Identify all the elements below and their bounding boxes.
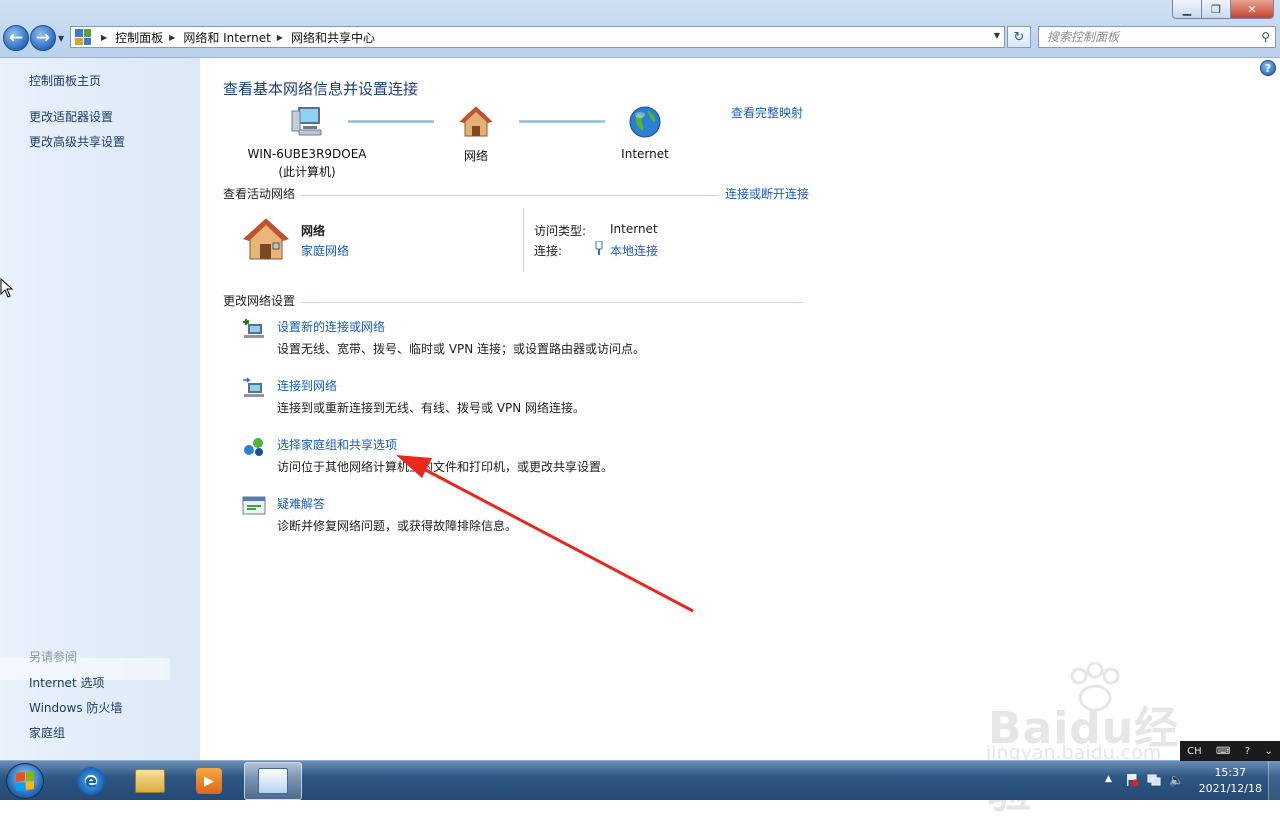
home-network-icon[interactable] <box>242 216 290 262</box>
window-controls: ▁ ❐ ✕ <box>1172 0 1274 19</box>
page-title: 查看基本网络信息并设置连接 <box>223 80 419 98</box>
action-center-flag-icon[interactable] <box>1125 773 1139 787</box>
computer-icon <box>291 107 322 136</box>
local-connection-link[interactable]: 本地连接 <box>610 242 658 259</box>
start-button[interactable] <box>6 763 44 799</box>
breadcrumb-separator-icon[interactable]: ▶ <box>101 33 107 42</box>
ethernet-icon <box>595 241 603 255</box>
back-button[interactable]: ← <box>3 25 29 51</box>
globe-icon <box>629 106 661 138</box>
network-label: 网络 <box>463 149 488 163</box>
internet-label: Internet <box>621 147 669 161</box>
breadcrumb-sharing-center[interactable]: 网络和共享中心 <box>291 29 375 46</box>
refresh-button[interactable]: ↻ <box>1007 26 1031 48</box>
show-desktop-button[interactable] <box>1268 761 1280 801</box>
search-box[interactable]: ⚲ <box>1038 26 1276 48</box>
breadcrumb-control-panel[interactable]: 控制面板 <box>115 29 163 46</box>
internet-explorer-icon: e <box>77 767 105 795</box>
map-link-line <box>348 120 434 123</box>
sidebar-change-adapter-settings[interactable]: 更改适配器设置 <box>29 108 113 125</box>
access-type-label: 访问类型: <box>534 224 587 238</box>
active-networks-header: 查看活动网络 <box>223 185 302 202</box>
windows-logo-icon <box>16 771 34 791</box>
section-divider <box>223 302 803 303</box>
search-icon[interactable]: ⚲ <box>1261 30 1270 44</box>
minimize-langbar-icon[interactable]: ⌄ <box>1264 746 1272 757</box>
breadcrumb-separator-icon[interactable]: ▶ <box>169 33 175 42</box>
control-panel-icon <box>75 29 91 45</box>
setup-new-connection-link[interactable]: 设置新的连接或网络 <box>277 318 385 335</box>
taskbar-ie[interactable]: e <box>62 762 120 800</box>
taskbar-explorer[interactable] <box>121 762 179 800</box>
system-tray: CH ⌨ ? ⌄ ▲ 🔈 15:37 2021/12/18 <box>1095 741 1280 801</box>
clock-date: 2021/12/18 <box>1198 782 1262 795</box>
sidebar-control-panel-home[interactable]: 控制面板主页 <box>29 72 101 89</box>
breadcrumb-separator-icon[interactable]: ▶ <box>277 33 283 42</box>
connect-to-network-link[interactable]: 连接到网络 <box>277 377 337 394</box>
taskbar-control-panel[interactable] <box>244 762 302 800</box>
troubleshoot-icon <box>242 496 266 515</box>
connect-disconnect-link[interactable]: 连接或断开连接 <box>719 185 810 202</box>
task-description: 连接到或重新连接到无线、有线、拨号或 VPN 网络连接。 <box>277 401 586 415</box>
media-player-icon: ▶ <box>196 768 222 794</box>
sidebar: 控制面板主页 更改适配器设置 更改高级共享设置 另请参阅 Internet 选项… <box>0 58 200 760</box>
main-content: ? 查看基本网络信息并设置连接 查看完整映射 WIN-6UBE3R9DOEA (… <box>200 58 1280 760</box>
troubleshoot-link[interactable]: 疑难解答 <box>277 495 325 512</box>
network-status-icon[interactable] <box>1147 773 1161 787</box>
sidebar-homegroup[interactable]: 家庭组 <box>29 724 65 741</box>
connect-network-icon <box>243 377 264 397</box>
access-type-value: Internet <box>610 222 658 236</box>
new-connection-icon <box>243 319 264 338</box>
window-titlebar: ▁ ❐ ✕ ← → ▼ ▶ 控制面板 ▶ 网络和 Internet ▶ 网络和共… <box>0 0 1280 58</box>
forward-button[interactable]: → <box>30 25 56 51</box>
sidebar-change-advanced-sharing[interactable]: 更改高级共享设置 <box>29 133 125 150</box>
maximize-button[interactable]: ❐ <box>1201 0 1231 19</box>
show-hidden-icons-icon[interactable]: ▲ <box>1105 774 1112 784</box>
help-icon[interactable]: ? <box>1260 60 1276 76</box>
map-node-computer[interactable]: WIN-6UBE3R9DOEA (此计算机) <box>242 104 372 180</box>
keyboard-icon[interactable]: ⌨ <box>1216 746 1230 757</box>
taskbar-media-player[interactable]: ▶ <box>180 762 238 800</box>
address-bar[interactable]: ▶ 控制面板 ▶ 网络和 Internet ▶ 网络和共享中心 ▼ <box>70 26 1005 48</box>
close-button[interactable]: ✕ <box>1230 0 1274 19</box>
task-description: 设置无线、宽带、拨号、临时或 VPN 连接；或设置路由器或访问点。 <box>277 342 646 356</box>
language-bar[interactable]: CH ⌨ ? ⌄ <box>1180 741 1280 761</box>
house-icon <box>459 106 493 137</box>
minimize-button[interactable]: ▁ <box>1172 0 1202 19</box>
taskbar: e ▶ CH ⌨ ? ⌄ ▲ 🔈 15:37 2021/12/18 <box>0 741 1280 801</box>
mouse-cursor-icon <box>0 278 14 298</box>
help-icon[interactable]: ? <box>1245 746 1250 757</box>
history-dropdown-icon[interactable]: ▼ <box>58 34 64 43</box>
map-node-internet[interactable]: Internet <box>605 104 685 161</box>
vertical-divider <box>523 208 524 271</box>
see-also-header: 另请参阅 <box>29 650 78 664</box>
language-indicator[interactable]: CH <box>1187 746 1202 757</box>
clock[interactable]: 15:37 2021/12/18 <box>1199 765 1262 797</box>
map-node-network[interactable]: 网络 <box>436 104 516 164</box>
clock-time: 15:37 <box>1214 766 1247 779</box>
address-dropdown-icon[interactable]: ▼ <box>994 31 1000 40</box>
map-link-line <box>519 120 605 123</box>
homegroup-icon <box>244 438 263 456</box>
volume-icon[interactable]: 🔈 <box>1169 773 1184 787</box>
section-divider <box>223 195 803 196</box>
network-type-link[interactable]: 家庭网络 <box>301 242 349 259</box>
computer-subtitle: (此计算机) <box>278 165 336 179</box>
control-panel-window-icon <box>258 768 288 794</box>
search-input[interactable] <box>1047 30 1247 44</box>
sidebar-internet-options[interactable]: Internet 选项 <box>29 674 104 691</box>
computer-name: WIN-6UBE3R9DOEA <box>247 147 367 161</box>
change-settings-header: 更改网络设置 <box>223 292 302 309</box>
task-description: 诊断并修复网络问题，或获得故障排除信息。 <box>277 519 518 533</box>
task-description: 访问位于其他网络计算机上的文件和打印机，或更改共享设置。 <box>277 460 614 474</box>
breadcrumb-network-internet[interactable]: 网络和 Internet <box>183 29 270 46</box>
sidebar-windows-firewall[interactable]: Windows 防火墙 <box>29 699 122 716</box>
homegroup-sharing-link[interactable]: 选择家庭组和共享选项 <box>277 436 397 453</box>
folder-icon <box>135 769 165 793</box>
connections-label: 连接: <box>534 244 563 258</box>
active-network-name: 网络 <box>301 224 326 238</box>
view-full-map-link[interactable]: 查看完整映射 <box>731 104 803 121</box>
